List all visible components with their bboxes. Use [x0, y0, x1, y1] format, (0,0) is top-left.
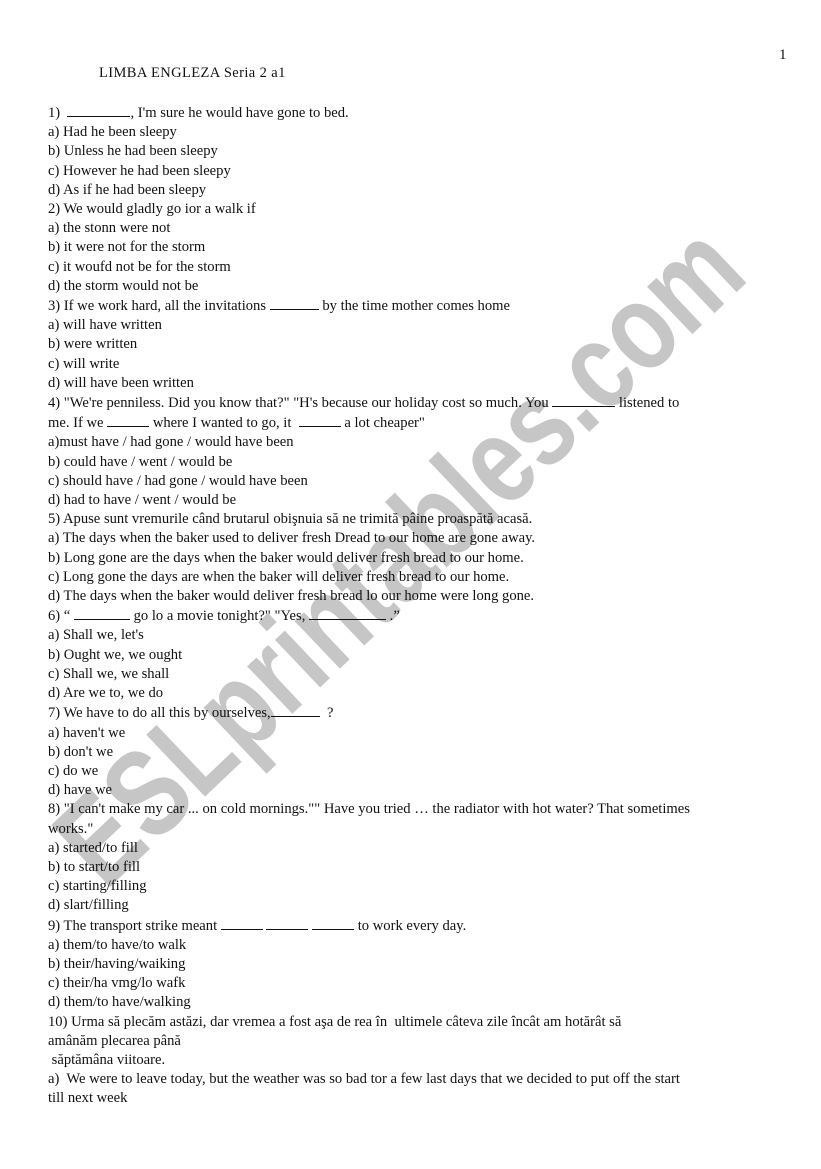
question-text-segment: 9) The transport strike meant — [48, 917, 221, 934]
answer-blank — [220, 916, 263, 930]
answer-option: b) don't we — [48, 743, 114, 760]
question-text: 4) "We're penniless. Did you know that?"… — [48, 393, 783, 413]
answer-option: c) However he had been sleepy — [48, 162, 231, 179]
question-text: 5) Apuse sunt vremurile când brutarul ob… — [48, 510, 783, 529]
question-text-segment: 7) We have to do all this by ourselves, — [48, 705, 271, 722]
question-8: 8) "I can't make my car ... on cold morn… — [48, 800, 783, 915]
question-text-segment: 10) Urma să plecăm astăzi, dar vremea a … — [48, 1013, 622, 1030]
question-2: 2) We would gladly go ior a walk if a) th… — [48, 200, 783, 296]
answer-option: d) Are we to, we do — [48, 685, 164, 702]
question-9: 9) The transport strike meant to work ev… — [48, 916, 783, 1013]
question-text: me. If we where I wanted to go, it a lot… — [48, 413, 783, 433]
answer-blank — [270, 703, 320, 718]
answer-option: b) to start/to fill — [48, 858, 141, 875]
question-3: 3) If we work hard, all the invitations … — [48, 296, 783, 393]
question-text-segment: to work every day. — [354, 917, 467, 934]
question-text: 6) “ go lo a movie tonight?" "Yes, .” — [48, 606, 783, 626]
question-text-segment: 5) Apuse sunt vremurile când brutarul ob… — [48, 511, 533, 528]
question-text-segment: 2) We would gladly go ior a walk if — [48, 201, 256, 218]
answer-blank — [67, 103, 131, 117]
answer-blank — [73, 606, 130, 621]
question-text: 2) We would gladly go ior a walk if — [48, 200, 783, 219]
question-6: 6) “ go lo a movie tonight?" "Yes, .” a) … — [48, 606, 783, 703]
answer-option: d) will have been written — [48, 374, 194, 391]
answer-option: a) haven't we — [48, 724, 126, 741]
answer-blank — [552, 393, 616, 408]
question-text: săptămâna viitoare. — [48, 1051, 783, 1070]
question-text-segment: listened to — [615, 395, 680, 412]
answer-option: d) The days when the baker would deliver… — [48, 588, 535, 605]
question-text: amânăm plecarea până — [48, 1032, 783, 1051]
question-text-segment: 4) "We're penniless. Did you know that?"… — [48, 395, 553, 412]
answer-option: c) it woufd not be for the storm — [48, 258, 231, 275]
question-text-segment: .” — [386, 608, 400, 625]
question-text-segment: by the time mother comes home — [318, 298, 510, 315]
answer-option: d) the storm would not be — [48, 277, 199, 294]
question-text-segment: 1) — [48, 105, 68, 121]
answer-option: d) slart/filling — [48, 897, 129, 914]
question-text: 7) We have to do all this by ourselves, … — [48, 703, 783, 723]
question-5: 5) Apuse sunt vremurile când brutarul ob… — [48, 510, 783, 606]
answer-option: a) will have written — [48, 317, 162, 334]
question-text-segment: , I'm sure he would have gone to bed. — [130, 105, 349, 121]
question-text-segment: where I wanted to go, it — [149, 415, 299, 432]
answer-option: a) started/to fill — [48, 839, 138, 856]
question-text-segment: amânăm plecarea până — [48, 1032, 181, 1049]
question-text-segment: ? — [319, 705, 334, 722]
answer-option: d) had to have / went / would be — [48, 492, 237, 509]
answer-blank — [298, 413, 341, 428]
answer-option: d) them/to have/walking — [48, 994, 191, 1011]
answer-blank — [309, 606, 387, 621]
answer-blank — [266, 916, 309, 930]
answer-option: b) their/having/waiking — [48, 955, 186, 972]
question-text: 8) "I can't make my car ... on cold morn… — [48, 800, 783, 819]
question-7: 7) We have to do all this by ourselves, … — [48, 703, 783, 800]
question-text-segment: works." — [48, 820, 94, 837]
answer-option: a) The days when the baker used to deliv… — [48, 530, 536, 547]
answer-option: c) will write — [48, 355, 120, 372]
answer-blank — [107, 413, 150, 428]
question-text-segment: me. If we — [48, 415, 108, 432]
answer-option: a) We were to leave today, but the weath… — [48, 1071, 680, 1088]
question-text: 10) Urma să plecăm astăzi, dar vremea a … — [48, 1013, 783, 1032]
answer-option: b) could have / went / would be — [48, 453, 233, 470]
question-text-segment: 8) "I can't make my car ... on cold morn… — [48, 801, 690, 818]
answer-option: b) were written — [48, 336, 138, 353]
answer-option: c) do we — [48, 762, 99, 779]
answer-blank — [312, 916, 355, 930]
answer-option: till next week — [48, 1090, 128, 1107]
question-text-segment: 6) “ — [48, 608, 74, 625]
question-text: 9) The transport strike meant to work ev… — [48, 916, 783, 936]
answer-option: a) Shall we, let's — [48, 627, 144, 644]
document-title: LIMBA ENGLEZA Seria 2 a1 — [99, 65, 286, 81]
answer-option: d) have we — [48, 782, 113, 799]
answer-blank — [269, 296, 319, 311]
question-text: works." — [48, 820, 783, 839]
answer-option: a) them/to have/to walk — [48, 936, 187, 953]
page-number: 1 — [779, 47, 787, 63]
question-list: 1) , I'm sure he would have gone to bed.… — [48, 103, 783, 1109]
answer-option: b) Unless he had been sleepy — [48, 143, 218, 160]
question-text-segment: go lo a movie tonight?" "Yes, — [129, 608, 310, 625]
answer-option: c) starting/filling — [48, 878, 147, 895]
answer-option: a) the stonn were not — [48, 220, 171, 237]
answer-option: c) Shall we, we shall — [48, 665, 170, 682]
question-text: 1) , I'm sure he would have gone to bed. — [48, 103, 783, 123]
question-text: 3) If we work hard, all the invitations … — [48, 296, 783, 316]
question-text-segment: 3) If we work hard, all the invitations — [48, 298, 270, 315]
question-10: 10) Urma să plecăm astăzi, dar vremea a … — [48, 1013, 783, 1109]
answer-option: d) As if he had been sleepy — [48, 181, 207, 198]
answer-option: b) it were not for the storm — [48, 239, 206, 256]
question-4: 4) "We're penniless. Did you know that?"… — [48, 393, 783, 510]
answer-option: b) Long gone are the days when the baker… — [48, 549, 524, 566]
answer-option: b) Ought we, we ought — [48, 646, 183, 663]
answer-option: c) their/ha vmg/lo wafk — [48, 975, 186, 992]
answer-option: a)must have / had gone / would have been — [48, 434, 294, 451]
answer-option: c) Long gone the days are when the baker… — [48, 568, 510, 585]
question-1: 1) , I'm sure he would have gone to bed.… — [48, 103, 783, 200]
answer-option: a) Had he been sleepy — [48, 124, 177, 141]
answer-option: c) should have / had gone / would have b… — [48, 472, 308, 489]
question-text-segment: săptămâna viitoare. — [48, 1051, 166, 1068]
question-text-segment: a lot cheaper" — [340, 415, 425, 432]
